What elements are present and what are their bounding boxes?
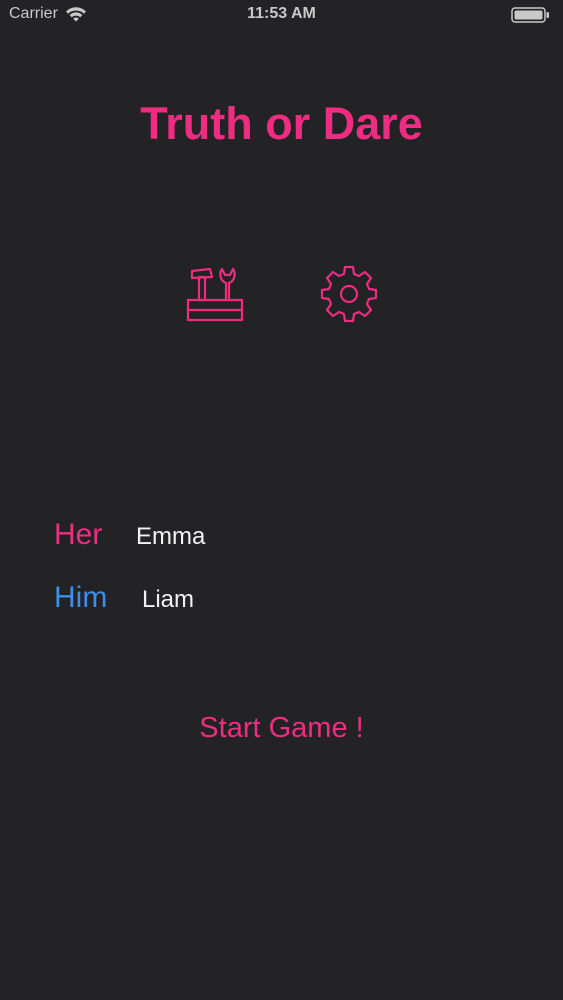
- her-name-input[interactable]: [136, 523, 396, 551]
- start-game-button[interactable]: Start Game !: [152, 708, 412, 749]
- him-row: Him: [54, 581, 402, 615]
- toolbox-button[interactable]: [184, 263, 246, 325]
- toolbox-icon: [186, 267, 244, 322]
- him-name-input[interactable]: [142, 586, 402, 614]
- gear-icon: [320, 265, 378, 323]
- settings-button[interactable]: [318, 263, 380, 325]
- her-label: Her: [54, 518, 103, 551]
- him-label: Him: [54, 581, 108, 614]
- app-screen: Carrier 11:53 AM Truth or Dare Her Emma …: [0, 0, 563, 1000]
- her-row: Her: [54, 518, 396, 552]
- battery-icon: [511, 7, 549, 23]
- status-bar: Carrier 11:53 AM: [0, 0, 563, 30]
- status-time: 11:53 AM: [247, 5, 316, 22]
- app-title: Truth or Dare: [140, 98, 423, 149]
